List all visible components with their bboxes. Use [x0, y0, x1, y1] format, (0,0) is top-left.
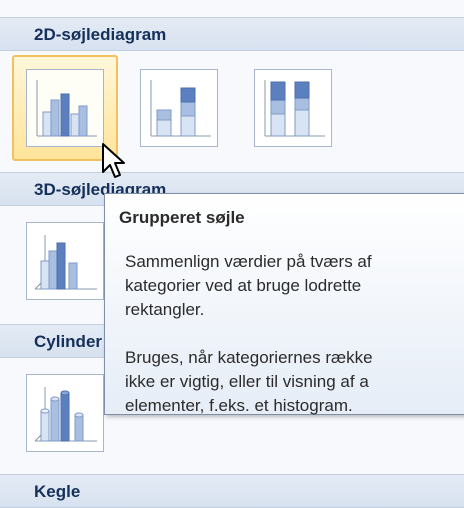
chart-type-tooltip: Grupperet søjle Sammenlign værdier på tv… [104, 193, 464, 415]
tooltip-title: Grupperet søjle [119, 208, 245, 227]
section-title-cone: Kegle [34, 482, 81, 501]
3d-clustered-column-icon [26, 222, 104, 300]
thumb-clustered-cylinder[interactable] [12, 360, 118, 466]
tooltip-line-5: ikke er vigtig, eller til visning af a [125, 372, 369, 391]
thumb-stacked-column[interactable] [126, 55, 232, 161]
cylinder-column-icon [26, 374, 104, 452]
thumb-3d-clustered-column[interactable] [12, 208, 118, 314]
mouse-cursor-icon [102, 143, 125, 178]
section-header-cone: Kegle [0, 474, 464, 508]
section-title-cylinder: Cylinder [34, 332, 103, 351]
tooltip-line-3: rektangler. [125, 300, 205, 319]
tooltip-line-6: elementer, f.eks. et histogram. [125, 396, 353, 415]
tooltip-line-2: kategorier ved at bruge lodrette [125, 276, 362, 295]
thumb-100-stacked-column[interactable] [240, 55, 346, 161]
tooltip-line-4: Bruges, når kategoriernes række [125, 348, 373, 367]
clustered-column-icon [26, 69, 104, 147]
tooltip-line-1: Sammenlign værdier på tværs af [125, 252, 372, 271]
section-header-2d-column: 2D-søjlediagram [0, 17, 464, 51]
section-title-2d-column: 2D-søjlediagram [34, 25, 167, 44]
percent-stacked-column-icon [254, 69, 332, 147]
stacked-column-icon [140, 69, 218, 147]
